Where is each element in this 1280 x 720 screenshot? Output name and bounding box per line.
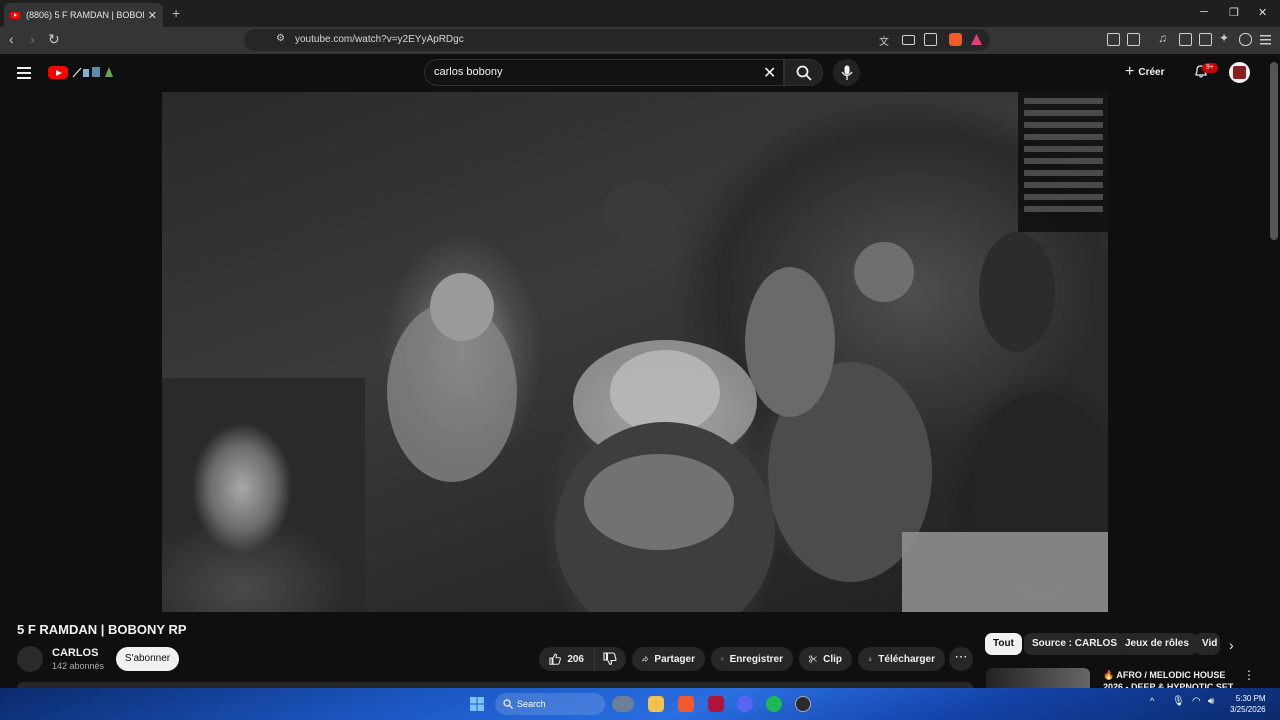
microphone-icon	[840, 65, 853, 80]
extensions-icon[interactable]	[1107, 33, 1120, 46]
reload-icon[interactable]: ↻	[48, 31, 60, 48]
widget-icon[interactable]	[612, 696, 634, 712]
download-label: Télécharger	[878, 653, 935, 665]
search-button[interactable]	[784, 59, 823, 86]
create-label: Créer	[1138, 66, 1165, 78]
url-text[interactable]: youtube.com/watch?v=y2EYyApRDgc	[295, 34, 464, 45]
youtube-doodle-icon[interactable]	[71, 66, 115, 78]
sidebar-icon[interactable]	[1179, 33, 1192, 46]
account-avatar[interactable]	[1229, 62, 1250, 83]
channel-name[interactable]: CARLOS	[52, 647, 98, 659]
brave-shield-icon[interactable]	[949, 33, 962, 46]
download-icon	[868, 657, 872, 661]
back-icon[interactable]: ‹	[9, 31, 14, 47]
clock-time: 5:30 PM	[1235, 694, 1266, 703]
save-button[interactable]: Enregistrer	[711, 647, 793, 671]
share-button[interactable]: Partager	[632, 647, 705, 671]
tray-chevron-icon[interactable]: ^	[1150, 696, 1160, 712]
chip-videos[interactable]: Vid	[1194, 633, 1220, 655]
youtube-logo-icon[interactable]	[48, 66, 68, 79]
subscribe-button[interactable]: S'abonner	[116, 647, 179, 671]
clip-label: Clip	[823, 653, 842, 665]
wifi-icon[interactable]: ◠	[1192, 696, 1204, 712]
mic-tray-icon[interactable]: 🎙︎	[1172, 696, 1185, 712]
app-a-icon[interactable]	[708, 696, 724, 712]
chip-roleplay[interactable]: Jeux de rôles	[1117, 633, 1197, 655]
like-count: 206	[567, 653, 584, 665]
recommendation-title[interactable]: 🔥 AFRO / MELODIC HOUSE 2026 - DEEP & HYP…	[1103, 669, 1238, 688]
brave-browser-icon[interactable]	[678, 696, 694, 712]
recommendation-menu-icon[interactable]: ⋮	[1243, 668, 1255, 682]
share-icon	[642, 656, 649, 662]
download-button[interactable]: Télécharger	[858, 647, 945, 671]
spotify-icon[interactable]	[766, 696, 782, 712]
recommendation-thumbnail[interactable]	[986, 668, 1090, 688]
rewards-icon[interactable]	[970, 33, 983, 46]
taskbar-search-placeholder: Search	[517, 699, 546, 709]
search-query[interactable]: carlos bobony	[434, 66, 503, 78]
reading-list-icon[interactable]	[1199, 33, 1212, 46]
search-icon	[503, 699, 513, 709]
taskbar-search[interactable]: Search	[495, 693, 605, 715]
more-actions-icon[interactable]: ⋯	[949, 647, 973, 671]
close-tab-icon[interactable]: ✕	[148, 9, 157, 22]
close-window-icon[interactable]: ✕	[1258, 6, 1267, 19]
thumbs-up-icon	[549, 653, 561, 665]
system-clock[interactable]: 5:30 PM 3/25/2026	[1230, 693, 1266, 715]
bookmark-save-icon	[721, 657, 724, 661]
forward-icon[interactable]: ›	[30, 31, 35, 47]
windows-taskbar	[0, 688, 1280, 720]
clear-search-icon[interactable]: ✕	[763, 63, 776, 83]
discord-icon[interactable]	[737, 696, 753, 712]
dislike-button[interactable]	[594, 647, 626, 671]
share-label: Partager	[654, 653, 695, 665]
site-info-icon[interactable]: ⚙	[276, 33, 285, 44]
youtube-favicon-icon	[10, 11, 20, 19]
browser-tab[interactable]: (8806) 5 F RAMDAN | BOBONY RP ✕	[4, 3, 163, 27]
page-scrollbar[interactable]	[1270, 62, 1278, 240]
chip-source[interactable]: Source : CARLOS	[1024, 633, 1126, 655]
wallet-icon[interactable]	[1127, 33, 1140, 46]
volume-icon[interactable]: 🔊︎	[1208, 696, 1220, 712]
save-label: Enregistrer	[729, 653, 783, 665]
notification-badge: 9+	[1202, 63, 1218, 73]
channel-avatar[interactable]	[17, 646, 43, 672]
create-button[interactable]: + Créer	[1125, 62, 1177, 82]
chevron-right-icon[interactable]: ›	[1229, 637, 1234, 653]
clock-date: 3/25/2026	[1230, 705, 1266, 714]
steam-icon[interactable]	[795, 696, 811, 712]
music-icon[interactable]: ♫	[1158, 31, 1171, 45]
game-hud-list	[1018, 92, 1108, 232]
webcam-overlay	[162, 378, 365, 612]
translate-icon[interactable]: 文	[879, 33, 892, 48]
clip-button[interactable]: Clip	[799, 647, 852, 671]
restore-icon[interactable]: ❐	[1229, 6, 1239, 19]
browser-tab-bar	[0, 0, 1280, 27]
share-page-icon[interactable]	[924, 33, 937, 46]
tab-title: (8806) 5 F RAMDAN | BOBONY RP	[26, 10, 144, 20]
plus-icon: +	[1125, 63, 1135, 80]
video-title: 5 F RAMDAN | BOBONY RP	[17, 622, 187, 637]
file-explorer-icon[interactable]	[648, 696, 664, 712]
screen-icon[interactable]	[902, 35, 915, 45]
vpn-icon[interactable]	[1239, 33, 1252, 46]
scissors-icon	[809, 655, 817, 663]
search-icon	[796, 65, 812, 81]
minimize-icon[interactable]: ─	[1200, 6, 1208, 18]
windows-start-icon[interactable]	[469, 696, 485, 712]
voice-search-button[interactable]	[833, 59, 860, 86]
leo-ai-icon[interactable]: ✦	[1219, 31, 1232, 45]
menu-icon[interactable]	[1259, 33, 1272, 46]
guide-menu-icon[interactable]	[17, 67, 31, 82]
subscriber-count: 142 abonnés	[52, 661, 105, 671]
new-tab-icon[interactable]: +	[172, 5, 180, 21]
like-button[interactable]: 206	[539, 647, 594, 671]
chip-all[interactable]: Tout	[985, 633, 1022, 655]
thumbs-down-icon	[603, 652, 617, 666]
